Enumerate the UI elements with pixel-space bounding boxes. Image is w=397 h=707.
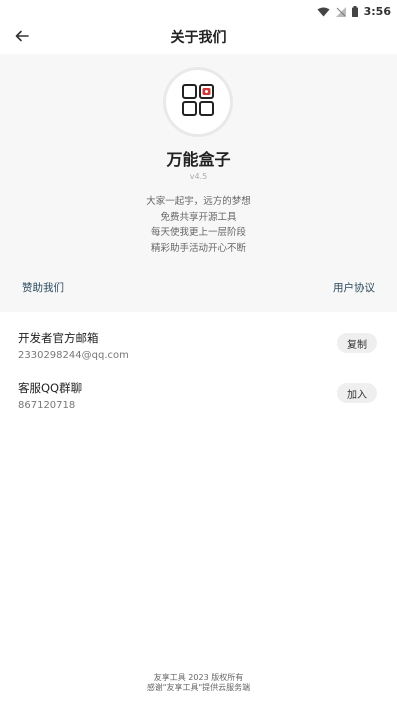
join-group-button[interactable]: 加入 bbox=[337, 383, 377, 403]
contact-value: 867120718 bbox=[18, 400, 76, 411]
sponsor-link[interactable]: 赞助我们 bbox=[22, 280, 64, 295]
contact-title: 开发者官方邮箱 bbox=[18, 331, 99, 345]
slogan-line: 免费共享开源工具 bbox=[160, 211, 237, 223]
app-logo bbox=[163, 67, 233, 137]
clock: 3:56 bbox=[363, 5, 391, 18]
contact-title: 客服QQ群聊 bbox=[18, 381, 83, 395]
grid-box-icon bbox=[181, 83, 215, 121]
contact-value: 2330298244@qq.com bbox=[18, 350, 129, 361]
contact-row-qq-group: 客服QQ群聊 867120718 加入 bbox=[0, 380, 397, 426]
page-title: 关于我们 bbox=[170, 30, 227, 46]
slogan-line: 大家一起宇，远方的梦想 bbox=[146, 196, 251, 207]
footer-copyright: 友享工具 2023 版权所有 bbox=[153, 673, 244, 682]
logo-inner bbox=[166, 70, 230, 134]
slogan-line: 精彩助手活动开心不断 bbox=[150, 242, 246, 254]
app-name: 万能盒子 bbox=[166, 150, 231, 169]
slogan-line: 每天使我更上一层阶段 bbox=[150, 227, 246, 238]
app-slogan: 大家一起宇，远方的梦想 免费共享开源工具 每天使我更上一层阶段 精彩助手活动开心… bbox=[0, 194, 397, 256]
user-agreement-link[interactable]: 用户协议 bbox=[333, 280, 375, 295]
app-bar: 关于我们 bbox=[0, 18, 397, 54]
footer: 友享工具 2023 版权所有 感谢"友享工具"提供云服务端 bbox=[0, 673, 397, 693]
copy-email-button[interactable]: 复制 bbox=[337, 333, 377, 353]
contact-row-email: 开发者官方邮箱 2330298244@qq.com 复制 bbox=[0, 330, 397, 376]
about-header: 万能盒子 v4.5 大家一起宇，远方的梦想 免费共享开源工具 每天使我更上一层阶… bbox=[0, 54, 397, 312]
footer-thanks: 感谢"友享工具"提供云服务端 bbox=[146, 683, 251, 692]
status-bar: 3:56 bbox=[0, 0, 397, 18]
app-version: v4.5 bbox=[189, 172, 208, 181]
